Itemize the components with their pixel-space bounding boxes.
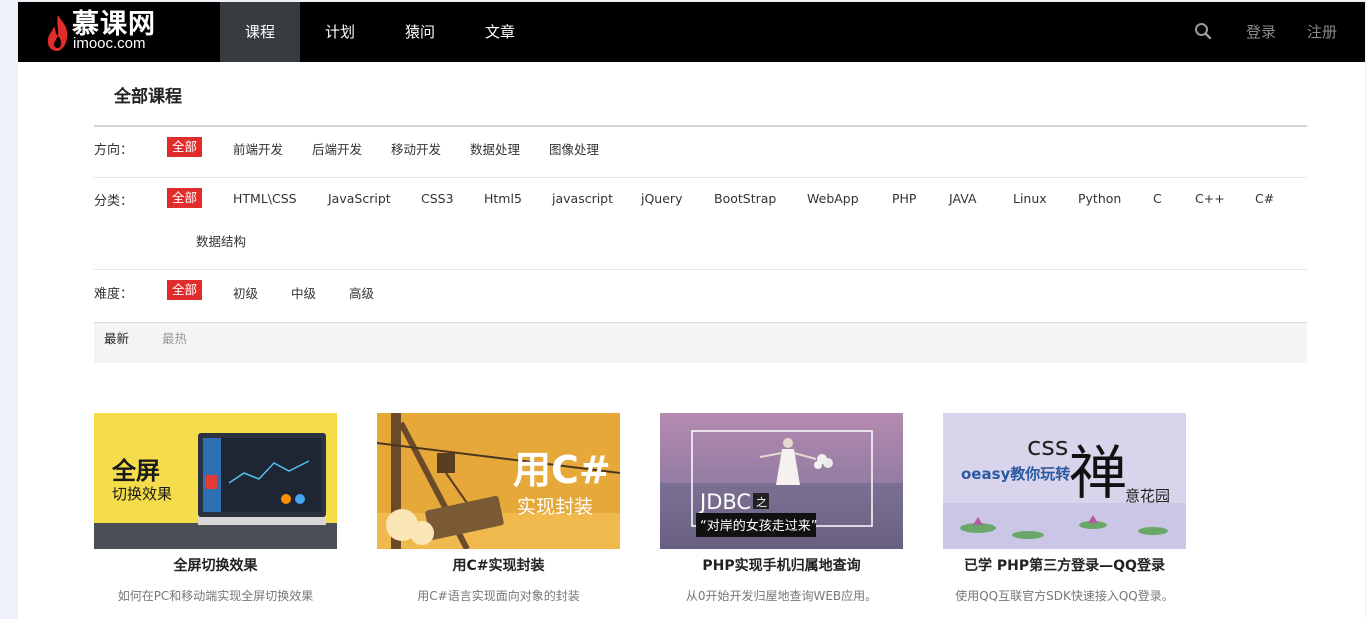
site-logo[interactable]: 慕课网 imooc.com xyxy=(46,10,196,54)
course-card[interactable]: 用C# 实现封装 用C#实现封装 用C#语言实现面向对象的封装 xyxy=(377,413,620,619)
title-divider xyxy=(94,125,1307,127)
direction-option[interactable]: 移动开发 xyxy=(391,139,441,158)
course-title[interactable]: PHP实现手机归属地查询 xyxy=(660,555,903,575)
level-option[interactable]: 初级 xyxy=(233,283,258,302)
course-thumbnail[interactable]: 全屏 切换效果 xyxy=(94,413,337,549)
course-card[interactable]: 全屏 切换效果 全屏切换效果 如何在PC和移动端实现全屏切换效果 xyxy=(94,413,337,619)
category-option[interactable]: javascript xyxy=(552,191,613,206)
category-option[interactable]: HTML\CSS xyxy=(233,191,297,206)
direction-option[interactable]: 前端开发 xyxy=(233,139,283,158)
thumb-text-primary: JDBC xyxy=(698,490,751,514)
course-card[interactable]: css 禅 oeasy教你玩转 意花园 已学 PHP第三方登录—QQ登录 使用Q… xyxy=(943,413,1186,619)
course-description: 从0开始开发归屋地查询WEB应用。 xyxy=(685,589,878,603)
category-option[interactable]: Html5 xyxy=(484,191,522,206)
course-description: 用C#语言实现面向对象的封装 xyxy=(417,589,580,603)
filter-label-category: 分类： xyxy=(94,194,134,209)
category-option[interactable]: C++ xyxy=(1195,191,1225,206)
top-navigation-bar: 慕课网 imooc.com 课程 计划 猿问 文章 登录 注册 xyxy=(18,2,1365,62)
level-option[interactable]: 中级 xyxy=(291,283,316,302)
course-title[interactable]: 用C#实现封装 xyxy=(377,555,620,575)
sort-bar: 最新 最热 xyxy=(94,322,1307,363)
direction-option-all[interactable]: 全部 xyxy=(167,137,203,157)
category-option[interactable]: JavaScript xyxy=(328,191,391,206)
sort-newest[interactable]: 最新 xyxy=(104,323,129,354)
category-option[interactable]: CSS3 xyxy=(421,191,454,206)
sort-hottest[interactable]: 最热 xyxy=(162,323,187,354)
course-thumbnail[interactable]: JDBC 之 “对岸的女孩走过来” xyxy=(660,413,903,549)
thumb-text-primary: css xyxy=(1027,432,1068,462)
category-option[interactable]: PHP xyxy=(892,191,916,206)
category-option[interactable]: C xyxy=(1153,191,1162,206)
filter-divider xyxy=(94,269,1307,270)
thumb-text-tertiary: oeasy教你玩转 xyxy=(961,465,1070,483)
level-option-all[interactable]: 全部 xyxy=(167,280,203,300)
direction-option[interactable]: 后端开发 xyxy=(312,139,362,158)
thumb-text-tertiary: “对岸的女孩走过来” xyxy=(700,518,817,534)
thumb-text-secondary: 之 xyxy=(756,495,767,509)
category-option[interactable]: JAVA xyxy=(949,191,977,206)
thumb-text-secondary: 实现封装 xyxy=(517,496,593,518)
direction-option[interactable]: 数据处理 xyxy=(470,139,520,158)
page: 慕课网 imooc.com 课程 计划 猿问 文章 登录 注册 全部课程 方向：… xyxy=(18,2,1365,619)
direction-option[interactable]: 图像处理 xyxy=(549,139,599,158)
thumb-text-secondary: 切换效果 xyxy=(112,485,172,503)
course-title[interactable]: 已学 PHP第三方登录—QQ登录 xyxy=(943,555,1186,575)
category-option[interactable]: BootStrap xyxy=(714,191,776,206)
category-option[interactable]: jQuery xyxy=(641,191,682,206)
filter-label-direction: 方向： xyxy=(94,143,134,158)
course-thumbnail[interactable]: 用C# 实现封装 xyxy=(377,413,620,549)
level-option[interactable]: 高级 xyxy=(349,283,374,302)
category-option[interactable]: C# xyxy=(1255,191,1274,206)
course-thumbnail[interactable]: css 禅 oeasy教你玩转 意花园 xyxy=(943,413,1186,549)
course-description: 使用QQ互联官方SDK快速接入QQ登录。 xyxy=(955,589,1174,603)
filter-label-level: 难度： xyxy=(94,287,134,302)
nav-tab-plans[interactable]: 计划 xyxy=(300,2,380,62)
thumb-text-secondary: 禅 xyxy=(1069,439,1127,507)
course-title[interactable]: 全屏切换效果 xyxy=(94,555,337,575)
flame-logo-icon xyxy=(47,15,68,51)
course-card[interactable]: JDBC 之 “对岸的女孩走过来” PHP实现手机归属地查询 从0开始开发归屋地… xyxy=(660,413,903,619)
register-link[interactable]: 注册 xyxy=(1307,2,1337,62)
category-option[interactable]: 数据结构 xyxy=(196,231,246,250)
login-link[interactable]: 登录 xyxy=(1246,2,1276,62)
thumb-text-primary: 用C# xyxy=(513,448,611,492)
category-option[interactable]: Python xyxy=(1078,191,1121,206)
course-description: 如何在PC和移动端实现全屏切换效果 xyxy=(117,589,314,603)
category-option[interactable]: Linux xyxy=(1013,191,1047,206)
category-option-all[interactable]: 全部 xyxy=(167,188,203,208)
page-title: 全部课程 xyxy=(114,87,182,107)
thumb-text-primary: 全屏 xyxy=(111,457,160,485)
main-nav: 课程 计划 猿问 文章 xyxy=(220,2,540,62)
nav-tab-articles[interactable]: 文章 xyxy=(460,2,540,62)
thumb-text-quaternary: 意花园 xyxy=(1125,487,1170,505)
search-icon[interactable] xyxy=(1194,22,1212,40)
nav-tab-courses[interactable]: 课程 xyxy=(220,2,300,62)
logo-text-en: imooc.com xyxy=(73,35,146,52)
category-option[interactable]: WebApp xyxy=(807,191,859,206)
nav-tab-questions[interactable]: 猿问 xyxy=(380,2,460,62)
filter-divider xyxy=(94,177,1307,178)
